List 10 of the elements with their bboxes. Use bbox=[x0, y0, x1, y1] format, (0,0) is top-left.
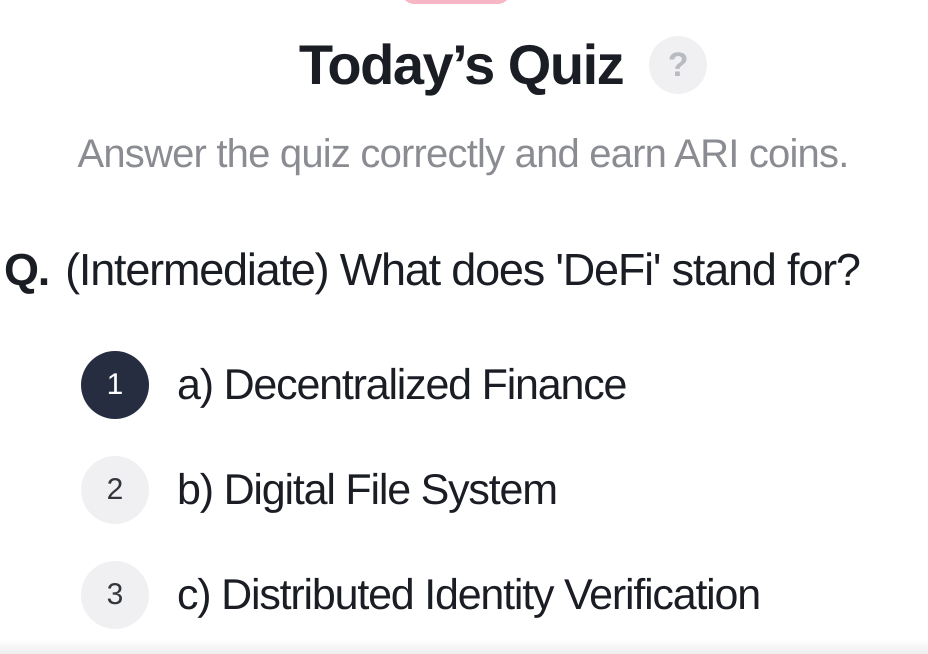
option-label[interactable]: a) Decentralized Finance bbox=[177, 360, 626, 410]
question-text: (Intermediate) What does 'DeFi' stand for? bbox=[65, 243, 860, 296]
question-prefix: Q. bbox=[4, 243, 50, 296]
quiz-subtitle: Answer the quiz correctly and earn ARI coins. bbox=[76, 131, 850, 178]
option-label[interactable]: c) Distributed Identity Verification bbox=[177, 570, 760, 620]
option-number[interactable]: 3 bbox=[81, 561, 149, 629]
option-label[interactable]: b) Digital File System bbox=[177, 466, 557, 514]
quiz-title: Today’s Quiz bbox=[298, 32, 624, 98]
option-number[interactable]: 1 bbox=[81, 351, 149, 419]
option-number[interactable]: 2 bbox=[81, 456, 149, 524]
